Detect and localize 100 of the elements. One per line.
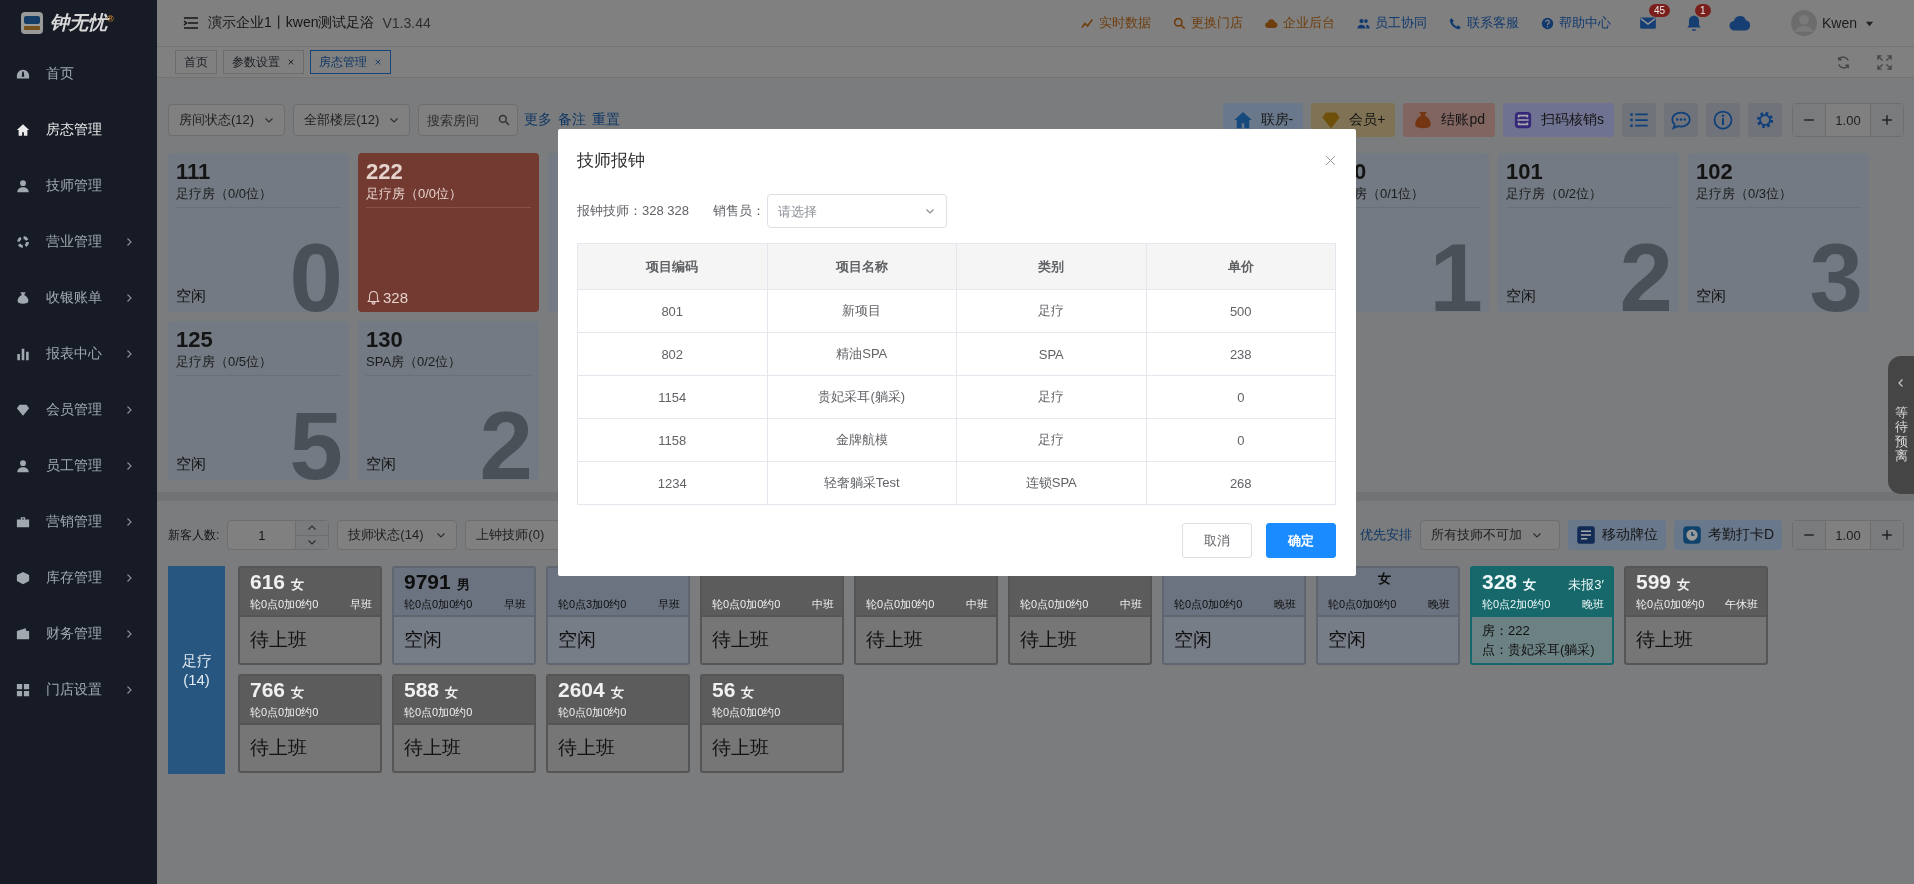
technician-card[interactable]: 616 女 轮0点0加0约0 早班 待上班 (238, 566, 382, 665)
header-link[interactable]: 帮助中心 (1540, 14, 1611, 32)
tally-text: 轮0点0加0约0 (1636, 597, 1705, 612)
close-icon[interactable] (1325, 154, 1336, 166)
search-field[interactable]: 搜索房间 (418, 104, 519, 136)
tally-text: 轮0点0加0约0 (712, 705, 781, 720)
gender-label: 女 (741, 684, 755, 702)
technician-status: 待上班 (1020, 628, 1078, 652)
sidebar-item[interactable]: 库存管理 (0, 550, 157, 606)
page-tab[interactable]: 首页 (175, 50, 217, 74)
icon-button[interactable] (1706, 103, 1740, 137)
bell-icon[interactable] (1684, 14, 1703, 32)
action-button[interactable]: 扫码核销s (1503, 103, 1614, 137)
refresh-icon[interactable] (1836, 54, 1851, 70)
sidebar-item[interactable]: 房态管理 (0, 102, 157, 158)
room-status: 空闲 (1506, 287, 1536, 306)
room-card[interactable]: 222 足疗房（0/0位） 328 (358, 153, 539, 312)
technician-card[interactable]: 9791 男 轮0点0加0约0 早班 空闲 (392, 566, 536, 665)
tally-text: 轮0点0加0约0 (712, 597, 781, 612)
header-link[interactable]: 更换门店 (1172, 14, 1243, 32)
menu-icon[interactable] (183, 15, 199, 31)
person-icon (16, 459, 30, 473)
close-icon[interactable] (287, 58, 295, 66)
header-link[interactable]: 企业后台 (1264, 14, 1335, 32)
table-cell: 轻奢躺采Test (767, 461, 957, 505)
technician-status: 待上班 (250, 628, 308, 652)
header-link[interactable]: 联系客服 (1448, 14, 1519, 32)
sidebar-item[interactable]: 会员管理 (0, 382, 157, 438)
tally-text: 轮0点0加0约0 (558, 705, 627, 720)
fullscreen-icon[interactable] (1877, 54, 1892, 70)
icon-button[interactable] (1622, 103, 1656, 137)
priority-link[interactable]: 优先安排 (1359, 526, 1412, 544)
technician-card[interactable]: 56 女 轮0点0加0约0 待上班 (700, 674, 844, 773)
zoom-in-button[interactable] (1871, 104, 1903, 136)
action-button[interactable]: 考勤打卡D (1673, 520, 1782, 550)
drawer-tab[interactable]: 等待预离 (1888, 356, 1914, 494)
category-block[interactable]: 足疗 (14) (168, 566, 225, 774)
room-number: 130 (366, 327, 404, 353)
chevron-down-icon (264, 115, 275, 125)
header-link[interactable]: 实时数据 (1080, 14, 1151, 32)
sidebar-item[interactable]: 首页 (0, 46, 157, 102)
app-logo-text: 钟无忧$^{®}$ (50, 11, 114, 35)
gender-label: 女 (610, 684, 624, 702)
technician-card[interactable]: 轮0点3加0约0 早班 空闲 (546, 566, 690, 665)
technician-status: 待上班 (866, 628, 924, 652)
technician-status: 待上班 (250, 736, 308, 760)
action-button[interactable]: 结账pd (1403, 103, 1495, 137)
page-tab[interactable]: 房态管理 (310, 50, 391, 74)
technician-card[interactable]: 599 女 轮0点0加0约0 午休班 待上班 (1624, 566, 1768, 665)
seller-select[interactable]: 请选择 (767, 194, 947, 228)
zoom-in-button[interactable] (1871, 521, 1903, 549)
icon-button[interactable] (1748, 103, 1782, 137)
room-type: 足疗房（0/0位） (176, 185, 274, 203)
cancel-button[interactable]: 取消 (1182, 523, 1252, 558)
technician-number: 9791 (404, 570, 451, 594)
filter-select[interactable]: 技师状态(14) (337, 520, 458, 550)
chevron-right-icon (124, 629, 134, 639)
gauge-icon (16, 67, 30, 81)
page-tab[interactable]: 参数设置 (223, 50, 304, 74)
room-number: 111 (176, 159, 212, 185)
close-icon[interactable] (374, 58, 382, 66)
filter-select[interactable]: 房间状态(12) (168, 104, 286, 136)
technician-card[interactable]: 2604 女 轮0点0加0约0 待上班 (546, 674, 690, 773)
sidebar-item[interactable]: 技师管理 (0, 158, 157, 214)
technician-card[interactable]: 766 女 轮0点0加0约0 待上班 (238, 674, 382, 773)
technician-label: 报钟技师：328 328 (577, 202, 689, 220)
shift-label: 晚班 (1582, 597, 1604, 612)
zoom-out-button[interactable] (1793, 521, 1825, 549)
toolbar-link[interactable]: 更多 (524, 111, 553, 129)
action-button[interactable]: 移动牌位 (1567, 520, 1666, 550)
mail-icon[interactable] (1638, 14, 1657, 32)
search-icon (498, 114, 511, 126)
toolbar-link[interactable]: 重置 (592, 111, 621, 129)
technician-card[interactable]: 328 女 未报3′ 轮0点2加0约0 晚班 房：222 点：贵妃采耳(躺采) (1470, 566, 1614, 665)
tally-text: 轮0点0加0约0 (866, 597, 935, 612)
person-icon (16, 179, 30, 193)
sidebar-item[interactable]: 门店设置 (0, 662, 157, 718)
gender-label: 女 (1378, 570, 1391, 588)
sidebar-item[interactable]: 营业管理 (0, 214, 157, 270)
overtime-select[interactable]: 所有技师不可加 (1419, 520, 1560, 550)
category-name: 足疗 (181, 652, 212, 671)
technician-status: 待上班 (404, 736, 462, 760)
sidebar-item[interactable]: 营销管理 (0, 494, 157, 550)
wallet-icon (16, 627, 30, 641)
icon-button[interactable] (1664, 103, 1698, 137)
technician-card[interactable]: 588 女 轮0点0加0约0 待上班 (392, 674, 536, 773)
sidebar-item[interactable]: 报表中心 (0, 326, 157, 382)
sidebar-item[interactable]: 员工管理 (0, 438, 157, 494)
technician-status: 待上班 (1636, 628, 1694, 652)
room-status: 空闲 (176, 455, 206, 474)
user-name[interactable]: Kwen (1821, 15, 1857, 31)
sidebar-item[interactable]: 收银账单 (0, 270, 157, 326)
sidebar-item[interactable]: 财务管理 (0, 606, 157, 662)
filter-select[interactable]: 全部楼层(12) (293, 104, 411, 136)
table-cell: 0 (1146, 418, 1336, 462)
notification-badge: 45 (1648, 4, 1671, 17)
technician-card[interactable]: 女 轮0点0加0约0 晚班 空闲 (1316, 566, 1460, 665)
toolbar-link[interactable]: 备注 (558, 111, 587, 129)
header-link[interactable]: 员工协同 (1356, 14, 1427, 32)
confirm-button[interactable]: 确定 (1266, 523, 1336, 558)
